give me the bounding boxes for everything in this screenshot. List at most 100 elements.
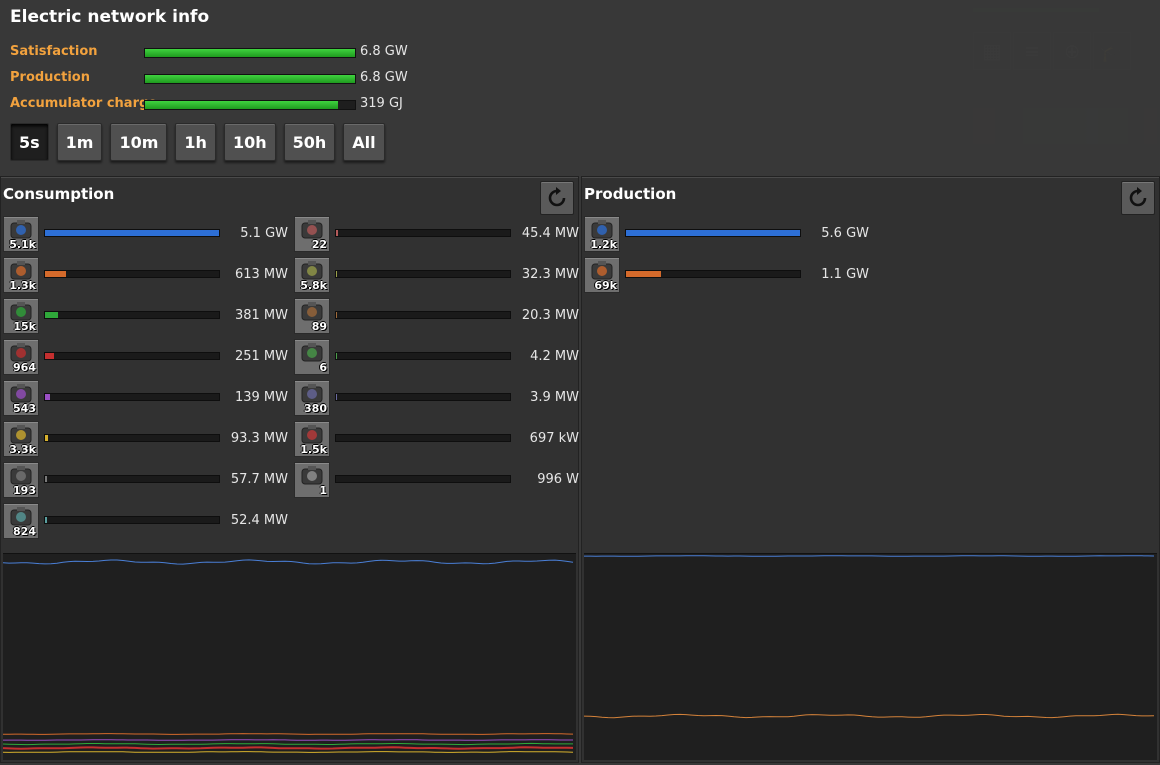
production-entry[interactable]: 1.2k 5.6 GW bbox=[584, 216, 869, 252]
entity-power-bar bbox=[44, 311, 220, 319]
consumption-entry[interactable]: 3.3k 93.3 MW bbox=[3, 421, 288, 457]
entity-power-bar bbox=[44, 393, 220, 401]
consumption-entry[interactable]: 1 996 W bbox=[294, 462, 579, 498]
consumption-graph bbox=[3, 553, 576, 760]
entity-count: 15k bbox=[13, 320, 36, 333]
entity-power-value: 996 W bbox=[537, 472, 579, 487]
time-button-10h[interactable]: 10h bbox=[223, 123, 276, 161]
consumption-entry[interactable]: 6 4.2 MW bbox=[294, 339, 579, 375]
entity-power-bar bbox=[335, 352, 511, 360]
graph-series-line bbox=[3, 751, 574, 753]
graph-series-line bbox=[584, 555, 1155, 557]
entity-icon-slot: 1 bbox=[294, 462, 330, 498]
entity-count: 5.1k bbox=[9, 238, 36, 251]
consumption-reset-button[interactable] bbox=[540, 181, 574, 215]
time-button-all[interactable]: All bbox=[343, 123, 385, 161]
entity-count: 824 bbox=[13, 525, 36, 538]
consumption-entry[interactable]: 5.1k 5.1 GW bbox=[3, 216, 288, 252]
stat-label: Satisfaction bbox=[10, 44, 98, 59]
entity-icon-slot: 15k bbox=[3, 298, 39, 334]
entity-count: 5.8k bbox=[300, 279, 327, 292]
entity-power-value: 32.3 MW bbox=[521, 267, 579, 282]
consumption-entry[interactable]: 1.3k 613 MW bbox=[3, 257, 288, 293]
entity-power-bar bbox=[44, 516, 220, 524]
entity-icon-slot: 1.2k bbox=[584, 216, 620, 252]
entity-count: 543 bbox=[13, 402, 36, 415]
entity-power-bar bbox=[44, 270, 220, 278]
entity-count: 69k bbox=[594, 279, 617, 292]
stat-row: Production 6.8 GW bbox=[10, 69, 430, 87]
entity-power-value: 3.9 MW bbox=[530, 390, 579, 405]
production-entry[interactable]: 69k 1.1 GW bbox=[584, 257, 869, 293]
entity-power-bar bbox=[335, 270, 511, 278]
graph-series-line bbox=[3, 559, 574, 565]
consumption-entry[interactable]: 380 3.9 MW bbox=[294, 380, 579, 416]
stat-bar bbox=[144, 100, 356, 110]
entity-power-bar bbox=[335, 393, 511, 401]
entity-power-bar bbox=[44, 434, 220, 442]
time-button-50h[interactable]: 50h bbox=[283, 123, 336, 161]
entity-count: 1 bbox=[319, 484, 327, 497]
entity-power-bar bbox=[335, 475, 511, 483]
entity-power-value: 5.1 GW bbox=[240, 226, 288, 241]
time-range-selector: 5s 1m 10m 1h 10h 50h All bbox=[10, 123, 385, 161]
entity-icon-slot: 193 bbox=[3, 462, 39, 498]
graph-series-line bbox=[3, 746, 574, 750]
entity-count: 3.3k bbox=[9, 443, 36, 456]
stat-value: 6.8 GW bbox=[360, 44, 408, 59]
production-reset-button[interactable] bbox=[1121, 181, 1155, 215]
consumption-entry[interactable]: 15k 381 MW bbox=[3, 298, 288, 334]
stat-label: Accumulator charge bbox=[10, 96, 158, 111]
time-button-1h[interactable]: 1h bbox=[175, 123, 216, 161]
entity-power-value: 381 MW bbox=[234, 308, 288, 323]
entity-power-bar bbox=[335, 311, 511, 319]
graph-series-line bbox=[3, 739, 573, 741]
consumption-entry[interactable]: 89 20.3 MW bbox=[294, 298, 579, 334]
consumption-entry[interactable]: 193 57.7 MW bbox=[3, 462, 288, 498]
entity-icon-slot: 380 bbox=[294, 380, 330, 416]
entity-icon-slot: 824 bbox=[3, 503, 39, 539]
consumption-entry[interactable]: 5.8k 32.3 MW bbox=[294, 257, 579, 293]
entity-icon-slot: 89 bbox=[294, 298, 330, 334]
time-button-10m[interactable]: 10m bbox=[110, 123, 168, 161]
graph-series-line bbox=[584, 713, 1155, 719]
stat-value: 6.8 GW bbox=[360, 70, 408, 85]
entity-count: 1.2k bbox=[590, 238, 617, 251]
entity-power-bar bbox=[335, 434, 511, 442]
entity-power-bar bbox=[44, 475, 220, 483]
time-button-5s[interactable]: 5s bbox=[10, 123, 49, 161]
entity-count: 22 bbox=[311, 238, 327, 251]
entity-icon-slot: 1.5k bbox=[294, 421, 330, 457]
graph-series-line bbox=[3, 733, 574, 735]
entity-power-value: 93.3 MW bbox=[230, 431, 288, 446]
entity-icon-slot: 5.1k bbox=[3, 216, 39, 252]
consumption-entry[interactable]: 22 45.4 MW bbox=[294, 216, 579, 252]
entity-count: 6 bbox=[319, 361, 327, 374]
entity-count: 1.3k bbox=[9, 279, 36, 292]
entity-power-value: 697 kW bbox=[529, 431, 579, 446]
entity-power-value: 1.1 GW bbox=[821, 267, 869, 282]
stat-value: 319 GJ bbox=[360, 96, 403, 111]
production-graph bbox=[584, 553, 1157, 760]
entity-icon-slot: 543 bbox=[3, 380, 39, 416]
production-title: Production bbox=[584, 185, 677, 203]
stat-row: Satisfaction 6.8 GW bbox=[10, 43, 430, 61]
entity-power-value: 20.3 MW bbox=[521, 308, 579, 323]
time-button-1m[interactable]: 1m bbox=[56, 123, 103, 161]
consumption-entry[interactable]: 824 52.4 MW bbox=[3, 503, 288, 539]
entity-power-bar bbox=[44, 229, 220, 237]
consumption-entry[interactable]: 964 251 MW bbox=[3, 339, 288, 375]
entity-power-value: 5.6 GW bbox=[821, 226, 869, 241]
entity-power-value: 45.4 MW bbox=[521, 226, 579, 241]
electric-network-window: Electric network info Satisfaction 6.8 GW… bbox=[0, 0, 1160, 765]
entity-power-value: 251 MW bbox=[234, 349, 288, 364]
consumption-entry[interactable]: 1.5k 697 kW bbox=[294, 421, 579, 457]
window-title: Electric network info bbox=[10, 7, 210, 27]
entity-power-bar bbox=[44, 352, 220, 360]
consumption-title: Consumption bbox=[3, 185, 115, 203]
entity-icon-slot: 5.8k bbox=[294, 257, 330, 293]
entity-count: 1.5k bbox=[300, 443, 327, 456]
consumption-entry[interactable]: 543 139 MW bbox=[3, 380, 288, 416]
graph-series-line bbox=[3, 742, 573, 746]
entity-count: 193 bbox=[13, 484, 36, 497]
